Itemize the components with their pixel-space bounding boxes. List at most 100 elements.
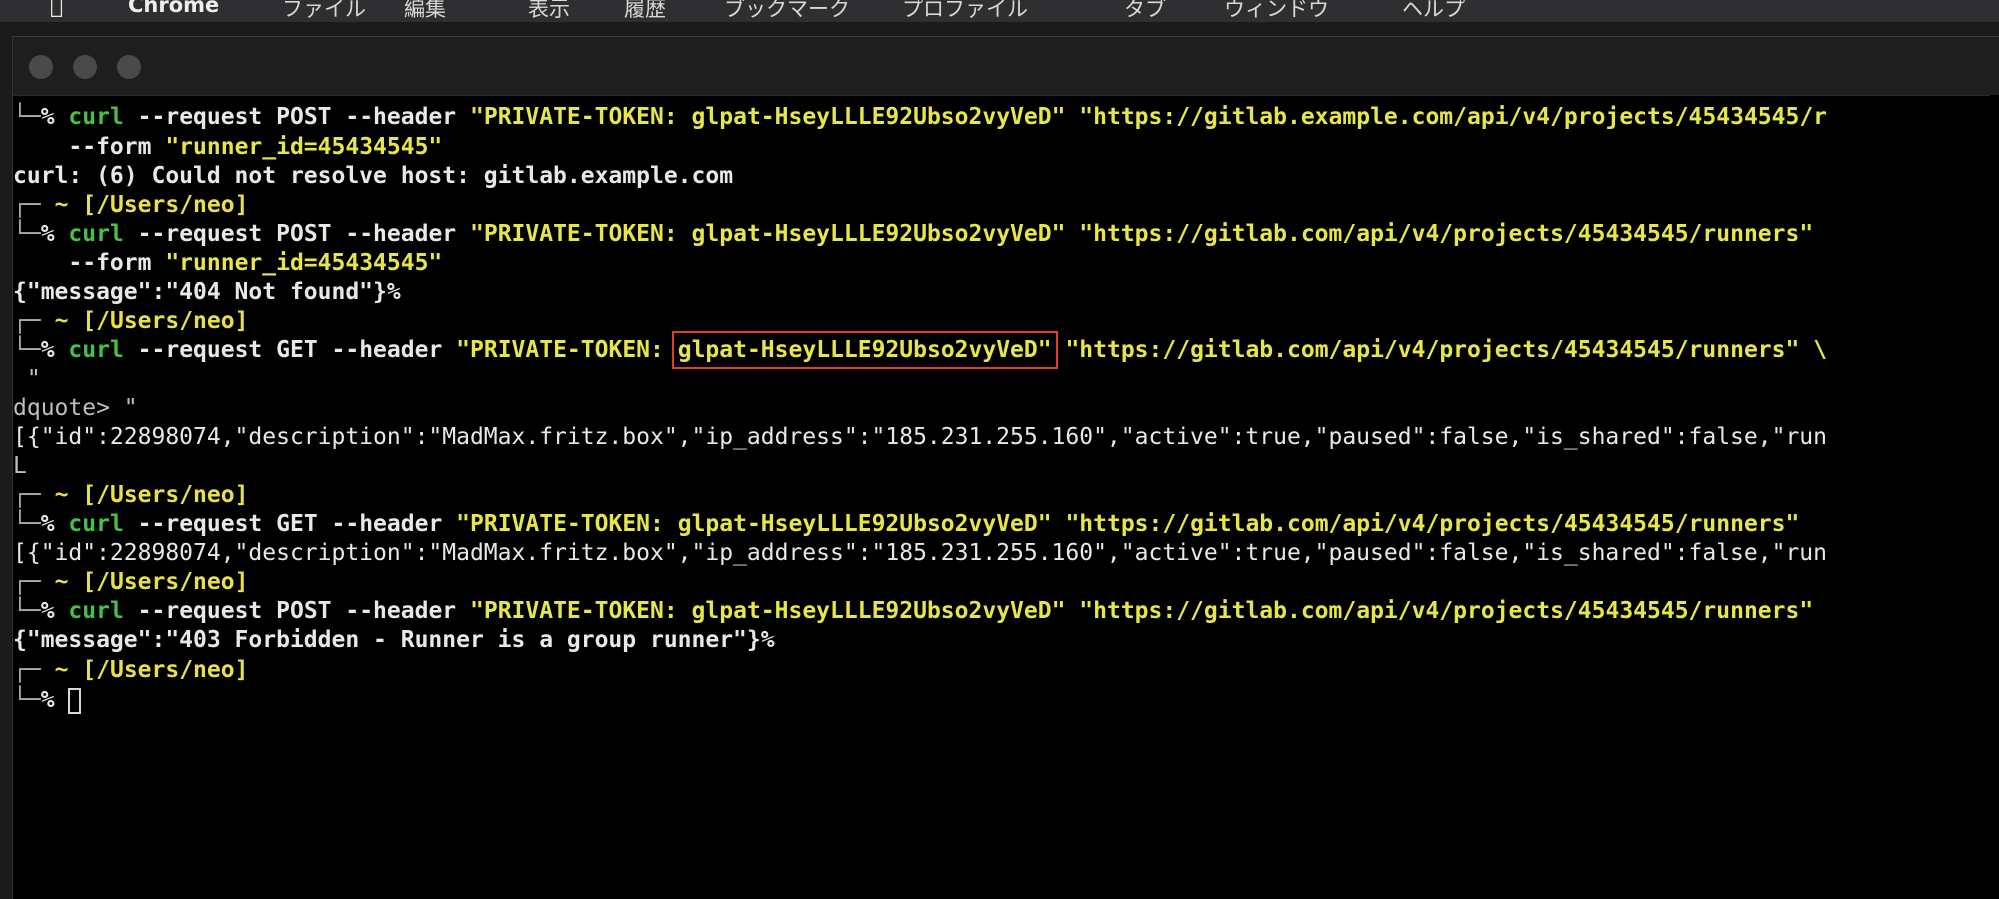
prompt-tilde: ~: [54, 308, 69, 334]
prompt-symbol: %: [40, 687, 55, 713]
terminal-output[interactable]: └─% curl --request POST --header "PRIVAT…: [13, 95, 1999, 899]
token-string: "PRIVATE-TOKEN: glpat-HseyLLLE92Ubso2vyV…: [470, 221, 1066, 247]
prompt-path: [/Users/neo]: [82, 482, 249, 508]
prompt-corner: └─: [13, 337, 41, 363]
response-output: {"message":"403 Forbidden - Runner is a …: [13, 627, 775, 653]
prompt-tilde: ~: [54, 569, 69, 595]
error-output: curl: (6) Could not resolve host: gitlab…: [13, 163, 734, 189]
terminal-line: --form "runner_id=45434545": [13, 132, 442, 162]
prompt-corner: ┌─: [13, 482, 41, 508]
highlighted-token: glpat-HseyLLLE92Ubso2vyVeD": [671, 331, 1058, 369]
dquote-prompt: dquote> ": [13, 395, 138, 421]
terminal-line: L: [13, 451, 27, 481]
command-args: --form: [13, 134, 166, 160]
command-name: curl: [68, 511, 124, 537]
menu-item-window[interactable]: ウィンドウ: [1224, 0, 1329, 23]
terminal-line: dquote> ": [13, 393, 138, 423]
url-string: "https://gitlab.com/api/v4/projects/4543…: [1051, 511, 1800, 537]
window-titlebar[interactable]: [13, 37, 1999, 96]
command-args: --request POST --header: [123, 104, 470, 130]
url-string: "https://gitlab.com/api/v4/projects/4543…: [1065, 221, 1828, 247]
menu-item-view[interactable]: 表示: [528, 0, 570, 23]
terminal-line: └─% curl --request POST --header "PRIVAT…: [13, 219, 1827, 249]
menu-item-help[interactable]: ヘルプ: [1402, 0, 1465, 23]
terminal-line: └─% curl --request POST --header "PRIVAT…: [13, 102, 1827, 132]
stray-output: L: [13, 453, 27, 479]
prompt-header: ┌─ ~ [/Users/neo]: [13, 190, 248, 220]
command-args: --request GET --header: [123, 337, 457, 363]
prompt-corner: └─: [13, 511, 41, 537]
response-output: [{"id":22898074,"description":"MadMax.fr…: [13, 424, 1827, 450]
token-string: "PRIVATE-TOKEN: glpat-HseyLLLE92Ubso2vyV…: [456, 511, 1052, 537]
command-args: --request GET --header: [123, 511, 457, 537]
url-string: "https://gitlab.example.com/api/v4/proje…: [1065, 104, 1828, 130]
menu-item-file[interactable]: ファイル: [282, 0, 366, 23]
terminal-window: └─% curl --request POST --header "PRIVAT…: [12, 36, 1999, 899]
token-prefix: "PRIVATE-TOKEN:: [456, 337, 678, 363]
prompt-corner: ┌─: [13, 569, 41, 595]
command-args: --form: [13, 250, 166, 276]
token-string: "PRIVATE-TOKEN: glpat-HseyLLLE92Ubso2vyV…: [470, 598, 1066, 624]
prompt-symbol: %: [40, 104, 55, 130]
menu-item-profile[interactable]: プロファイル: [902, 0, 1028, 23]
prompt-tilde: ~: [54, 657, 69, 683]
prompt-corner: ┌─: [13, 192, 41, 218]
menu-item-tab[interactable]: タブ: [1124, 0, 1166, 23]
terminal-line: └─% curl --request GET --header "PRIVATE…: [13, 509, 1799, 539]
terminal-line: [{"id":22898074,"description":"MadMax.fr…: [13, 422, 1827, 452]
terminal-line: --form "runner_id=45434545": [13, 248, 442, 278]
prompt-path: [/Users/neo]: [82, 308, 249, 334]
prompt-symbol: %: [40, 511, 55, 537]
prompt-header: ┌─ ~ [/Users/neo]: [13, 655, 248, 685]
zoom-window-button[interactable]: [117, 55, 141, 79]
response-output: {"message":"404 Not found"}%: [13, 279, 401, 305]
close-window-button[interactable]: [29, 55, 53, 79]
prompt-corner: ┌─: [13, 657, 41, 683]
terminal-line: {"message":"403 Forbidden - Runner is a …: [13, 625, 775, 655]
prompt-corner: └─: [13, 598, 41, 624]
command-name: curl: [68, 104, 124, 130]
terminal-line: ": [13, 364, 41, 394]
menu-app-name[interactable]: Chrome: [128, 0, 219, 17]
terminal-line: └─% curl --request GET --header "PRIVATE…: [13, 331, 1828, 369]
form-string: "runner_id=45434545": [165, 250, 443, 276]
prompt-symbol: %: [40, 221, 55, 247]
prompt-tilde: ~: [54, 192, 69, 218]
command-args: --request POST --header: [123, 221, 470, 247]
url-string: "https://gitlab.com/api/v4/projects/4543…: [1051, 337, 1828, 363]
active-prompt-line[interactable]: └─%: [13, 685, 82, 715]
prompt-header: ┌─ ~ [/Users/neo]: [13, 306, 248, 336]
prompt-symbol: %: [40, 337, 55, 363]
menu-item-edit[interactable]: 編集: [404, 0, 446, 23]
menu-item-bookmarks[interactable]: ブックマーク: [724, 0, 850, 23]
menu-bar:  Chrome ファイル 編集 表示 履歴 ブックマーク プロファイル タブ …: [0, 0, 1999, 22]
prompt-path: [/Users/neo]: [82, 192, 249, 218]
command-name: curl: [68, 337, 124, 363]
command-name: curl: [68, 221, 124, 247]
text-cursor: [68, 687, 82, 714]
terminal-line: curl: (6) Could not resolve host: gitlab…: [13, 161, 733, 191]
prompt-path: [/Users/neo]: [82, 569, 249, 595]
prompt-path: [/Users/neo]: [82, 657, 249, 683]
terminal-line: [{"id":22898074,"description":"MadMax.fr…: [13, 538, 1827, 568]
terminal-line: {"message":"404 Not found"}%: [13, 277, 401, 307]
terminal-line: └─% curl --request POST --header "PRIVAT…: [13, 596, 1813, 626]
apple-icon[interactable]: : [50, 0, 80, 19]
minimize-window-button[interactable]: [73, 55, 97, 79]
prompt-header: ┌─ ~ [/Users/neo]: [13, 480, 248, 510]
menu-item-history[interactable]: 履歴: [624, 0, 666, 23]
prompt-corner: ┌─: [13, 308, 41, 334]
prompt-corner: └─: [13, 104, 41, 130]
prompt-tilde: ~: [54, 482, 69, 508]
url-string: "https://gitlab.com/api/v4/projects/4543…: [1065, 598, 1814, 624]
token-string: "PRIVATE-TOKEN: glpat-HseyLLLE92Ubso2vyV…: [470, 104, 1066, 130]
prompt-header: ┌─ ~ [/Users/neo]: [13, 567, 248, 597]
prompt-corner: └─: [13, 221, 41, 247]
command-args: --request POST --header: [123, 598, 470, 624]
command-name: curl: [68, 598, 124, 624]
prompt-corner: └─: [13, 687, 41, 713]
terminal-scrollbar[interactable]: [1990, 95, 1999, 899]
form-string: "runner_id=45434545": [165, 134, 443, 160]
response-output: [{"id":22898074,"description":"MadMax.fr…: [13, 540, 1827, 566]
continuation-quote: ": [13, 366, 41, 392]
